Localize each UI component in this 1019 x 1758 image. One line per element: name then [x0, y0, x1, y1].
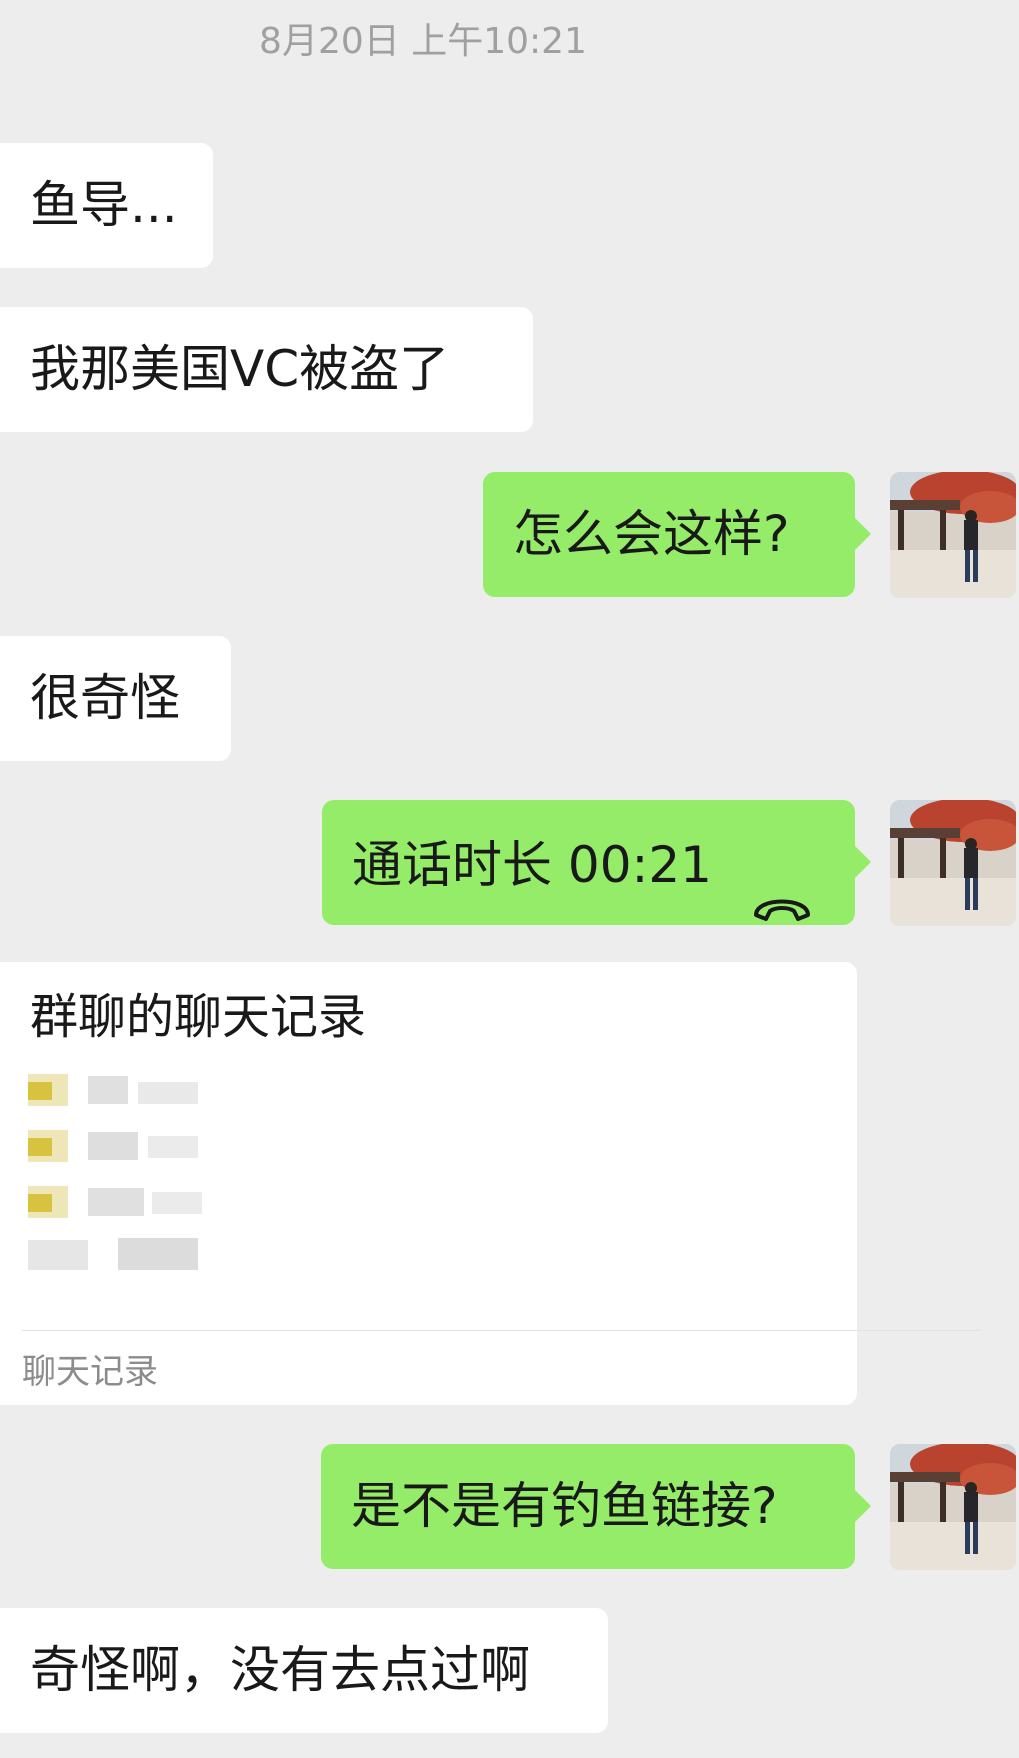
avatar-photo: [890, 472, 1016, 598]
message-bubble-incoming[interactable]: 奇怪啊，没有去点过啊: [0, 1608, 608, 1733]
message-text: 很奇怪: [30, 669, 180, 727]
message-bubble-incoming[interactable]: 鱼导...: [0, 143, 213, 268]
message-text: 鱼导...: [30, 176, 178, 234]
message-bubble-outgoing[interactable]: 怎么会这样?: [483, 472, 871, 597]
avatar-photo: [890, 1444, 1016, 1570]
avatar[interactable]: [890, 472, 1016, 598]
message-bubble-incoming[interactable]: 我那美国VC被盗了: [0, 307, 533, 432]
call-duration-text: 通话时长 00:21: [352, 836, 712, 894]
message-text: 我那美国VC被盗了: [30, 340, 450, 398]
message-text: 怎么会这样?: [513, 505, 790, 563]
avatar[interactable]: [890, 1444, 1016, 1570]
chat-history-title: 群聊的聊天记录: [30, 989, 367, 1045]
message-text: 奇怪啊，没有去点过啊: [30, 1641, 530, 1699]
phone-hangup-icon: [752, 846, 812, 921]
blurred-preview: [28, 1072, 228, 1272]
chat-history-label: 聊天记录: [22, 1352, 158, 1392]
card-divider: [22, 1330, 981, 1331]
message-text: 是不是有钓鱼链接?: [351, 1477, 778, 1535]
message-bubble-incoming[interactable]: 很奇怪: [0, 636, 231, 761]
timestamp: 8月20日 上午10:21: [259, 21, 587, 62]
avatar[interactable]: [890, 800, 1016, 926]
message-bubble-outgoing[interactable]: 是不是有钓鱼链接?: [321, 1444, 871, 1569]
chat-history-card[interactable]: 群聊的聊天记录: [0, 962, 857, 1405]
call-record-bubble[interactable]: 通话时长 00:21: [322, 800, 871, 925]
avatar-photo: [890, 800, 1016, 926]
